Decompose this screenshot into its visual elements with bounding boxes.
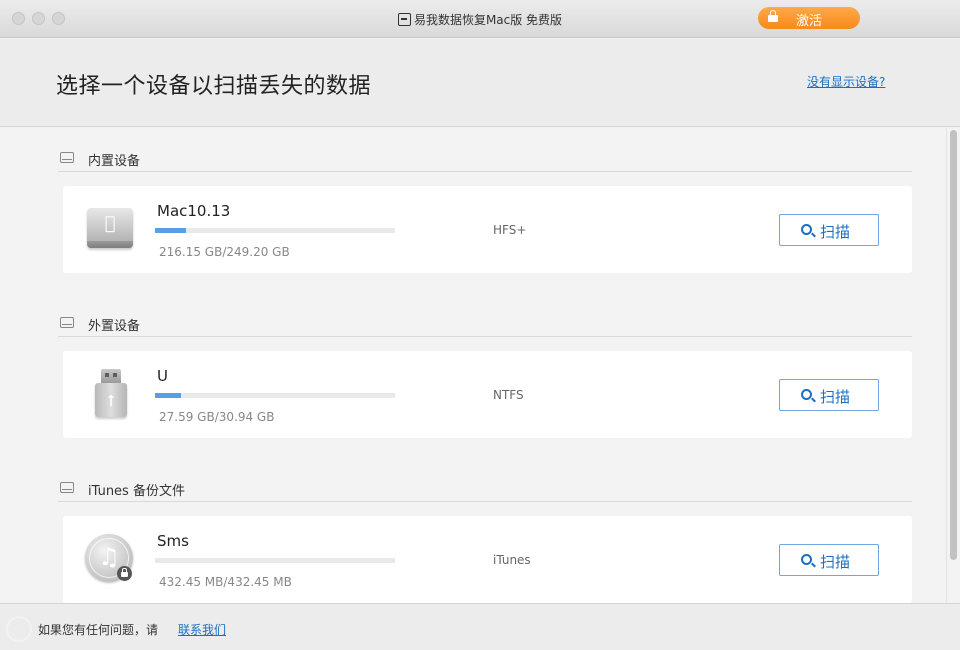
scan-button[interactable]: 扫描 bbox=[779, 214, 879, 246]
usage-bar bbox=[155, 558, 395, 563]
search-icon bbox=[801, 224, 812, 235]
device-name: Mac10.13 bbox=[157, 202, 231, 220]
section-itunes-backups: iTunes 备份文件 bbox=[58, 476, 912, 502]
footer: 如果您有任何问题，请 联系我们 bbox=[0, 603, 960, 650]
device-size: 216.15 GB/249.20 GB bbox=[159, 245, 290, 259]
device-list: 内置设备  Mac10.13 216.15 GB/249.20 GB HFS+… bbox=[0, 128, 946, 603]
section-label: 外置设备 bbox=[88, 319, 141, 334]
page-header: 选择一个设备以扫描丢失的数据 没有显示设备? bbox=[0, 39, 960, 127]
page-title: 选择一个设备以扫描丢失的数据 bbox=[56, 74, 372, 99]
search-icon bbox=[801, 389, 812, 400]
scan-button[interactable]: 扫描 bbox=[779, 544, 879, 576]
section-label: iTunes 备份文件 bbox=[88, 484, 185, 499]
lock-badge-icon bbox=[117, 566, 132, 581]
no-device-shown-link[interactable]: 没有显示设备? bbox=[807, 73, 885, 90]
section-internal-devices: 内置设备 bbox=[58, 146, 912, 172]
drive-icon bbox=[60, 317, 74, 328]
device-card-itunes[interactable]: ♫ Sms 432.45 MB/432.45 MB iTunes 扫描 bbox=[63, 516, 912, 603]
vertical-scrollbar[interactable] bbox=[946, 128, 960, 603]
itunes-icon: ♫ bbox=[85, 532, 135, 584]
file-system: HFS+ bbox=[493, 223, 527, 237]
watermark-logo-icon bbox=[6, 616, 32, 642]
hard-drive-apple-icon:  bbox=[85, 202, 135, 254]
title-bar: 易我数据恢复Mac版 免费版 激活 bbox=[0, 0, 960, 38]
device-name: Sms bbox=[157, 532, 189, 550]
scrollbar-thumb[interactable] bbox=[950, 130, 957, 560]
activate-label: 激活 bbox=[795, 14, 822, 29]
device-size: 432.45 MB/432.45 MB bbox=[159, 575, 292, 589]
section-external-devices: 外置设备 bbox=[58, 311, 912, 337]
scan-label: 扫描 bbox=[820, 223, 851, 241]
device-size: 27.59 GB/30.94 GB bbox=[159, 410, 275, 424]
search-icon bbox=[801, 554, 812, 565]
scan-label: 扫描 bbox=[820, 388, 851, 406]
device-card-mac[interactable]:  Mac10.13 216.15 GB/249.20 GB HFS+ 扫描 bbox=[63, 186, 912, 273]
contact-us-link[interactable]: 联系我们 bbox=[178, 621, 226, 638]
file-system: NTFS bbox=[493, 388, 524, 402]
drive-icon bbox=[60, 152, 74, 163]
app-icon bbox=[397, 13, 411, 26]
section-label: 内置设备 bbox=[88, 154, 141, 169]
activate-button[interactable]: 激活 bbox=[758, 7, 860, 29]
drive-icon bbox=[60, 482, 74, 493]
scan-label: 扫描 bbox=[820, 553, 851, 571]
file-system: iTunes bbox=[493, 553, 531, 567]
usage-bar bbox=[155, 393, 395, 398]
watermark bbox=[6, 612, 126, 646]
usb-drive-icon: ⭡ bbox=[85, 367, 135, 419]
usage-bar bbox=[155, 228, 395, 233]
window-title-text: 易我数据恢复Mac版 免费版 bbox=[413, 13, 563, 27]
device-name: U bbox=[157, 367, 168, 385]
scan-button[interactable]: 扫描 bbox=[779, 379, 879, 411]
device-card-usb[interactable]: ⭡ U 27.59 GB/30.94 GB NTFS 扫描 bbox=[63, 351, 912, 438]
